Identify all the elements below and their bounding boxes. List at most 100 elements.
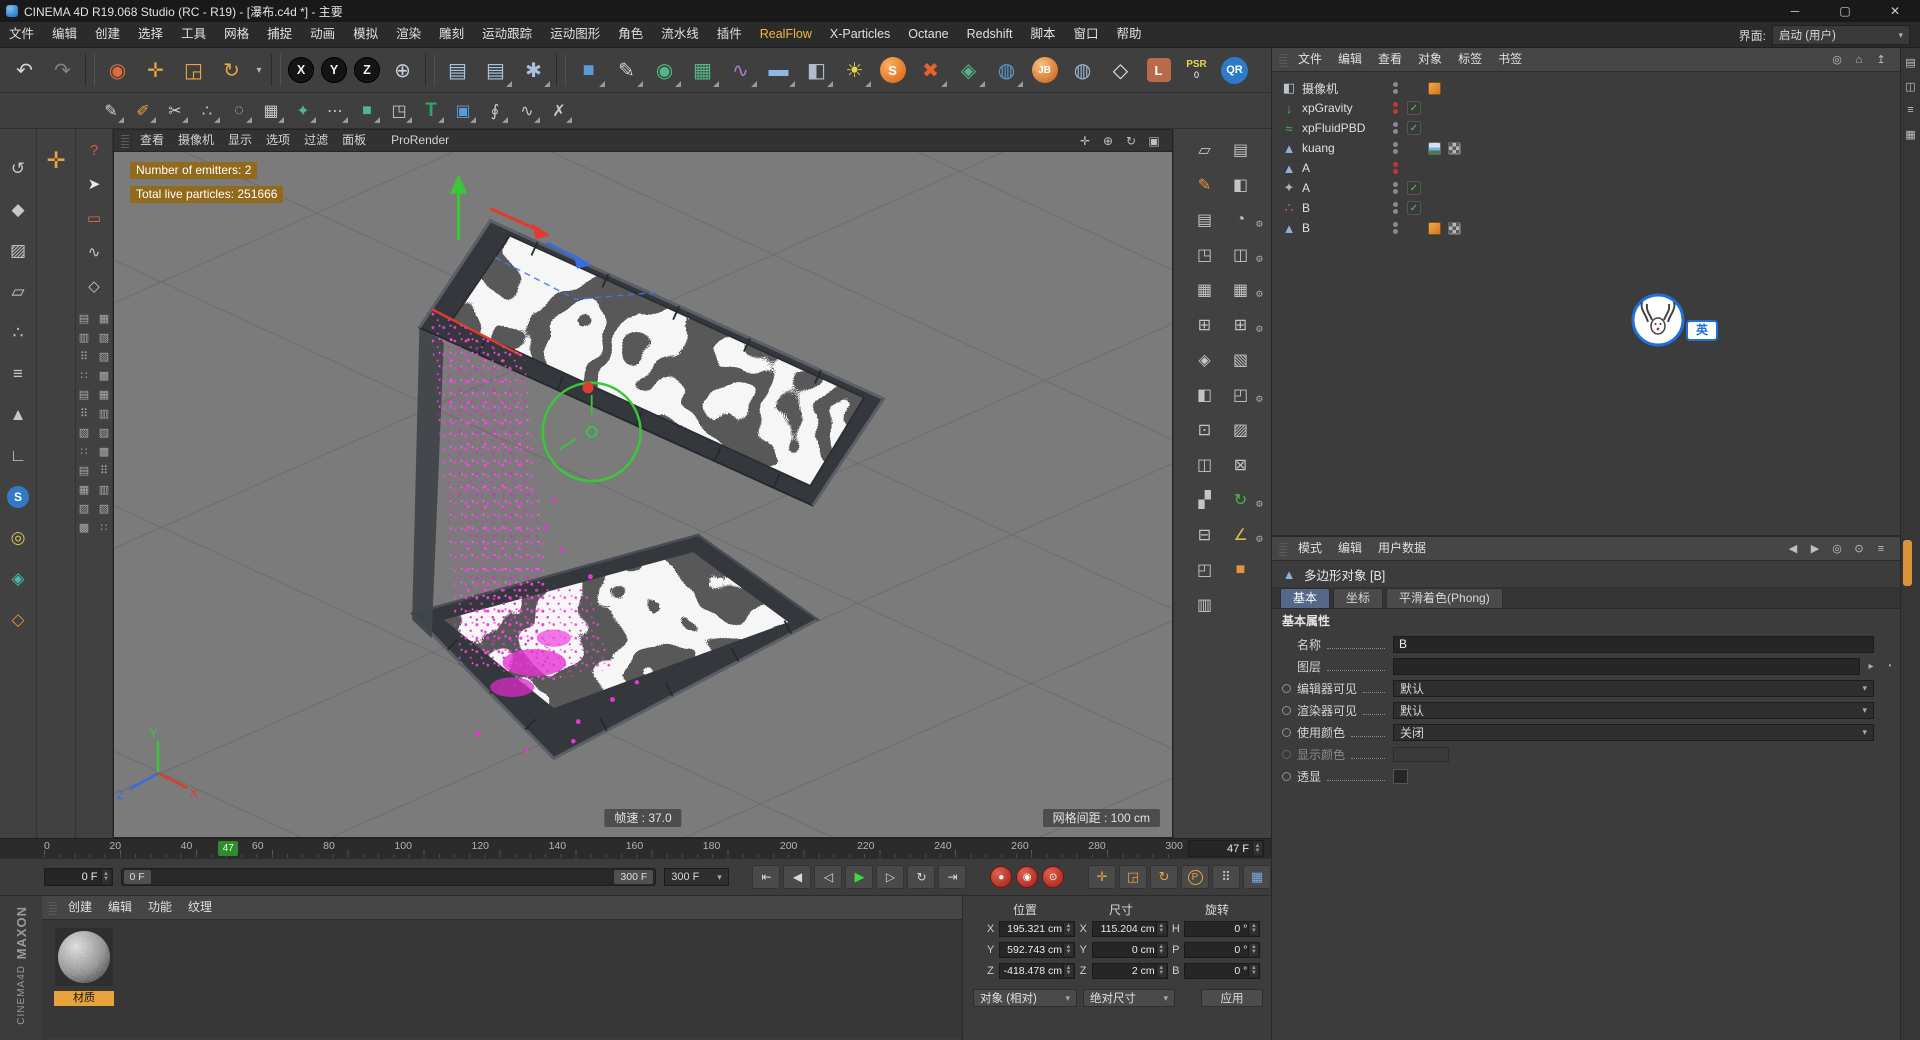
lasso-select-icon[interactable]: ∿ <box>81 239 107 265</box>
gear-icon[interactable]: ⚙ <box>1255 394 1263 405</box>
viewport-menu-item[interactable]: 显示 <box>221 130 259 151</box>
size-field[interactable]: 2 cm ▲ ▼ <box>1091 962 1168 979</box>
octane-icon[interactable]: ◇ <box>1102 51 1139 89</box>
goto-end-button[interactable]: ⇥ <box>938 865 967 889</box>
object-row[interactable]: ▲ kuang <box>1280 138 1900 158</box>
viewport-menu-item[interactable]: 面板 <box>335 130 373 151</box>
dock-pen-icon[interactable]: ✎ <box>1192 172 1218 198</box>
position-field[interactable]: 195.321 cm ▲ ▼ <box>999 920 1075 937</box>
realflow-icon[interactable]: S <box>874 51 911 89</box>
menu-item[interactable]: 创建 <box>86 22 129 47</box>
xparticles-icon[interactable]: ✖ <box>912 51 949 89</box>
layer-field[interactable] <box>1393 657 1860 675</box>
render-visibility-select[interactable]: 默认 ▾ <box>1393 701 1874 719</box>
dockb-hatch-icon[interactable]: ▨ <box>1228 417 1254 443</box>
subdivision-surface-icon[interactable]: ◉ <box>646 51 683 89</box>
toolbar-separator[interactable] <box>271 54 281 86</box>
poly-pen-icon[interactable]: ✎ <box>96 96 126 125</box>
visibility-dots[interactable] <box>1390 222 1400 234</box>
viewport-menu-item[interactable]: 过滤 <box>297 130 335 151</box>
material-menu-item[interactable]: 创建 <box>60 896 100 919</box>
menu-item[interactable]: 网格 <box>215 22 258 47</box>
menu-item[interactable]: 选择 <box>129 22 172 47</box>
mesh-tool-icon[interactable]: ▥ <box>97 482 112 497</box>
object-tag[interactable] <box>1428 141 1441 155</box>
dock-plus-icon[interactable]: ⊞ <box>1192 312 1218 338</box>
object-name[interactable]: A <box>1302 161 1386 175</box>
frame-range-slider[interactable]: 0 F 300 F <box>120 868 657 886</box>
camera-icon[interactable]: ◧ <box>798 51 835 89</box>
cluster-icon[interactable]: ◌ <box>224 96 254 125</box>
am-forward-icon[interactable]: ▶ <box>1806 541 1824 557</box>
rotate-view-icon[interactable]: ↻ <box>1121 132 1141 150</box>
enable-toggle[interactable]: ✓ <box>1407 101 1421 115</box>
dockb-shade-icon[interactable]: ▧ <box>1228 347 1254 373</box>
rotation-field[interactable]: 0 ° ▲ ▼ <box>1184 920 1261 937</box>
size-field[interactable]: 0 cm ▲ ▼ <box>1091 941 1168 958</box>
range-end-handle[interactable]: 300 F <box>614 870 654 884</box>
strip-grid-icon[interactable]: ▦ <box>1902 126 1920 142</box>
mesh-tool-icon[interactable]: ▧ <box>77 425 92 440</box>
rotate-tool-icon[interactable]: ↻ <box>213 51 250 89</box>
dockb-box-icon[interactable]: ⊠ <box>1228 452 1254 478</box>
menu-item[interactable]: 工具 <box>172 22 215 47</box>
array-icon[interactable]: ▦ <box>256 96 286 125</box>
pla-key-toggle[interactable]: ⠿ <box>1212 865 1241 889</box>
material-menu-item[interactable]: 编辑 <box>100 896 140 919</box>
visibility-dots[interactable] <box>1390 162 1400 174</box>
mesh-tool-icon[interactable]: ∷ <box>77 368 92 383</box>
toolbar-separator[interactable] <box>425 54 435 86</box>
next-frame-button[interactable]: ▷ <box>876 865 905 889</box>
texture-mode-icon[interactable]: ▨ <box>4 237 32 265</box>
snapping-icon[interactable]: ◈ <box>4 565 32 593</box>
visibility-dots[interactable] <box>1390 182 1400 194</box>
menu-item[interactable]: 插件 <box>708 22 751 47</box>
measure-icon[interactable]: ∠ ⚙ <box>1228 522 1263 548</box>
apply-button[interactable]: 应用 <box>1201 989 1263 1007</box>
mesh-tool-icon[interactable]: ▩ <box>77 520 92 535</box>
environment-icon[interactable]: ▬ <box>760 51 797 89</box>
dock-plane-icon[interactable]: ▱ <box>1192 137 1218 163</box>
mesh-tool-icon[interactable]: ▥ <box>97 406 112 421</box>
loop-button[interactable]: ↻ <box>907 865 936 889</box>
sculpt-brush-icon[interactable]: ✐ <box>128 96 158 125</box>
object-manager-menu-item[interactable]: 标签 <box>1450 48 1490 71</box>
size-field[interactable]: 115.204 cm ▲ ▼ <box>1091 920 1168 937</box>
viewport-menu-item[interactable]: 选项 <box>259 130 297 151</box>
material-menu-item[interactable]: 纹理 <box>180 896 220 919</box>
dynamics-icon[interactable]: ◍ <box>988 51 1025 89</box>
name-field[interactable] <box>1393 635 1874 653</box>
material-menu-item[interactable]: 功能 <box>140 896 180 919</box>
menu-item[interactable]: 流水线 <box>652 22 708 47</box>
current-frame-field[interactable]: 47 F ▲ ▼ <box>1188 840 1264 857</box>
rectangle-select-icon[interactable]: ▭ <box>81 205 107 231</box>
gear-icon[interactable]: ⚙ <box>1255 254 1263 265</box>
dock-diamond-icon[interactable]: ◈ <box>1192 347 1218 373</box>
pan-view-icon[interactable]: ✛ <box>1075 132 1095 150</box>
object-row[interactable]: ▲ A <box>1280 158 1900 178</box>
instance-icon[interactable]: ▣ <box>448 96 478 125</box>
animation-dot[interactable] <box>1282 771 1291 781</box>
am-menu-icon[interactable]: ≡ <box>1872 541 1890 557</box>
menu-item[interactable]: 雕刻 <box>430 22 473 47</box>
mesh-tool-icon[interactable]: ▨ <box>97 349 112 364</box>
gear-icon[interactable]: ⚙ <box>1255 289 1263 300</box>
previous-key-button[interactable]: ◀ <box>783 865 812 889</box>
menu-item[interactable]: 角色 <box>609 22 652 47</box>
mesh-tool-icon[interactable]: ▩ <box>97 368 112 383</box>
toolbar-separator[interactable] <box>556 54 566 86</box>
mesh-tool-icon[interactable]: ▨ <box>97 425 112 440</box>
dockb-plus-icon[interactable]: ⊞ ⚙ <box>1228 312 1264 338</box>
size-mode-dropdown[interactable]: 绝对尺寸 ▾ <box>1083 989 1175 1007</box>
knife-icon[interactable]: ✂ <box>160 96 190 125</box>
object-row[interactable]: ✦ A ✓ <box>1280 178 1900 198</box>
enable-toggle[interactable]: ✓ <box>1407 121 1421 135</box>
mesh-tool-icon[interactable]: ⠿ <box>97 463 112 478</box>
workplane-cube-icon[interactable]: ■ <box>1228 557 1254 583</box>
light-icon[interactable]: ☀ <box>836 51 873 89</box>
last-tool-icon[interactable]: ▾ <box>251 51 267 89</box>
add-cube-icon[interactable]: ■ <box>570 51 607 89</box>
om-home-icon[interactable]: ⌂ <box>1850 52 1868 68</box>
mesh-tool-icon[interactable]: ▤ <box>77 311 92 326</box>
menu-item[interactable]: RealFlow <box>751 22 821 47</box>
